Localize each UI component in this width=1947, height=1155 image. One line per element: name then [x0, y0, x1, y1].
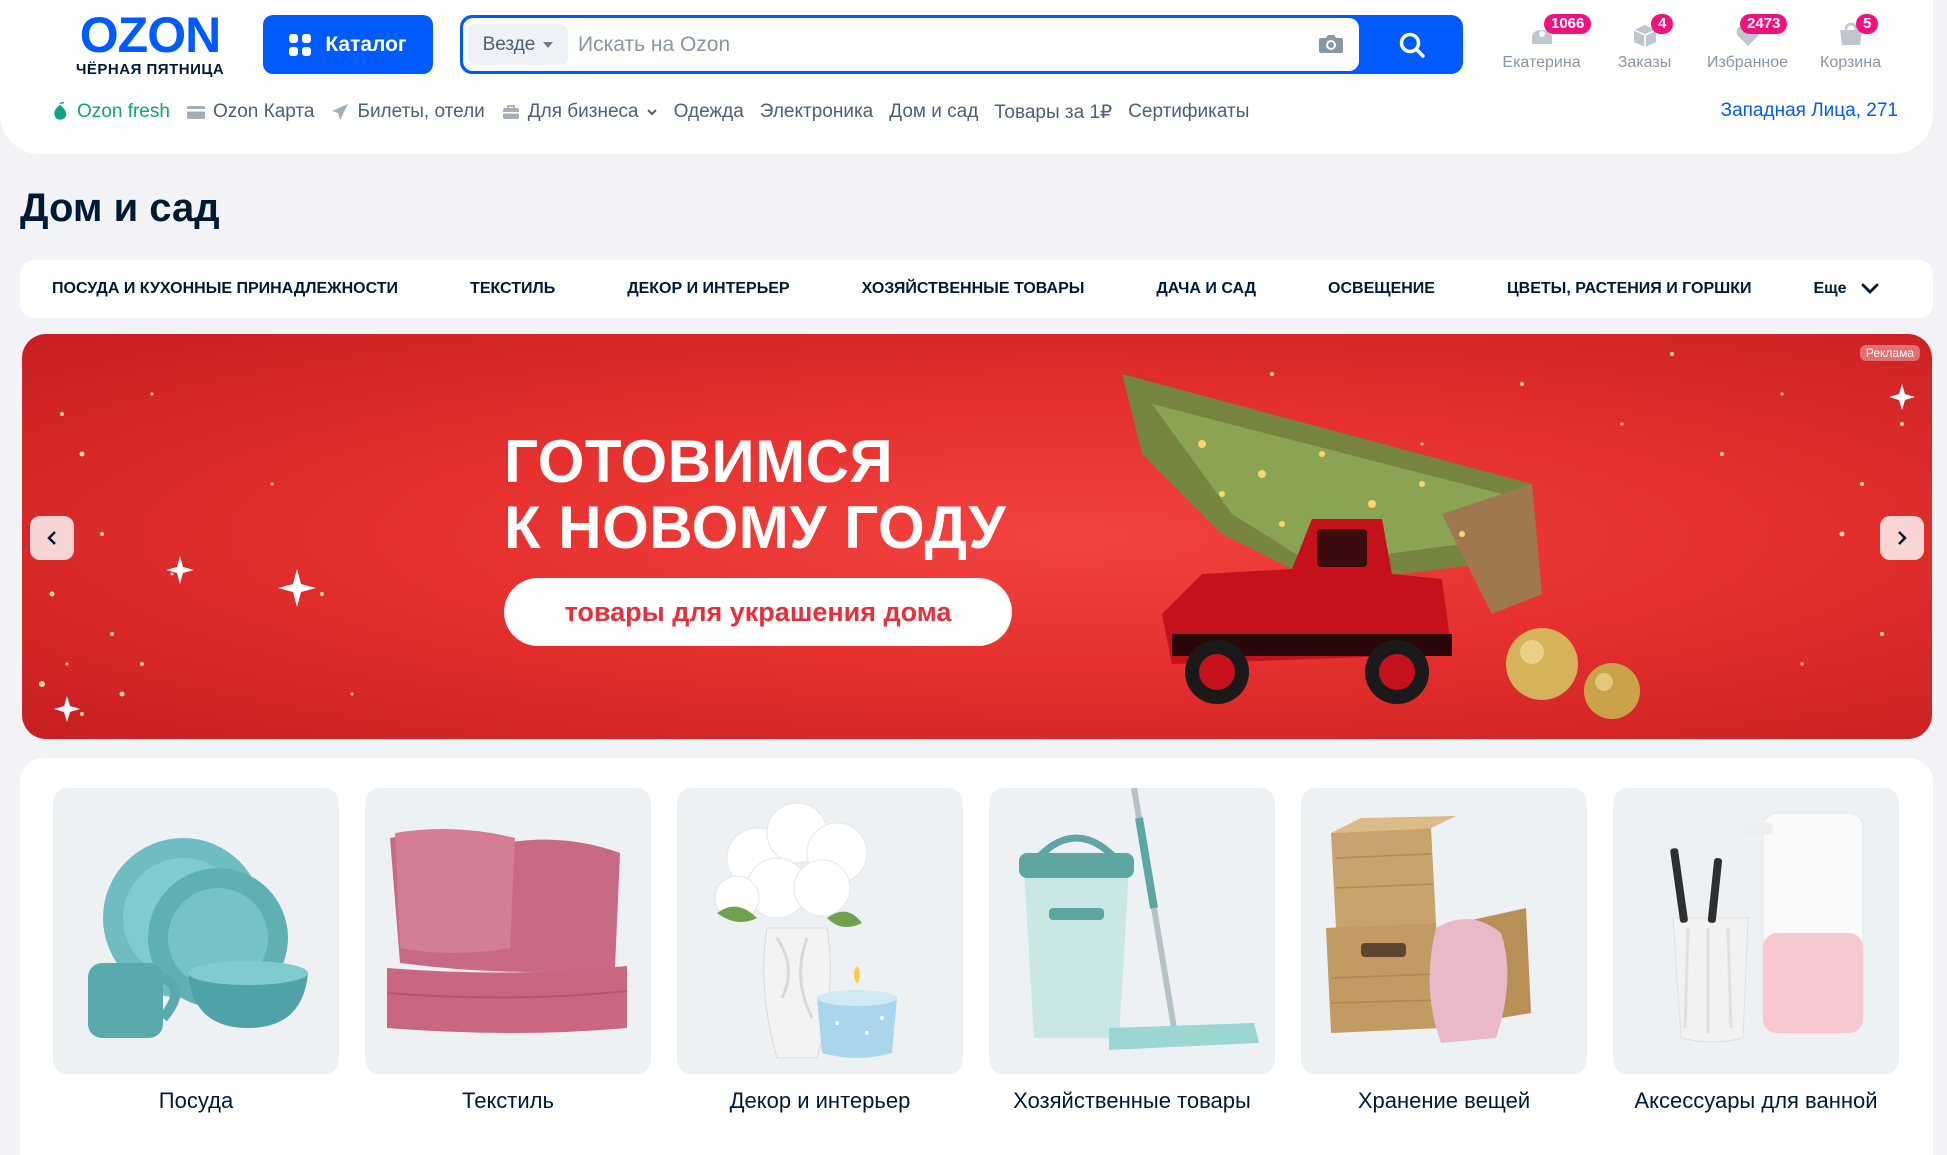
- nav-item-label: Одежда: [673, 101, 744, 122]
- profile-button[interactable]: 1066 Екатерина: [1490, 12, 1593, 72]
- tile-decor[interactable]: Декор и интерьер: [677, 788, 963, 1114]
- search-icon: [1399, 32, 1425, 58]
- category-tab-dishes[interactable]: Посуда и кухонные принадлежности: [52, 280, 398, 298]
- category-tab-lighting[interactable]: Освещение: [1328, 280, 1435, 298]
- search-scope-select[interactable]: Везде: [468, 24, 568, 65]
- banner-next-button[interactable]: [1880, 516, 1924, 560]
- category-tab-dacha-garden[interactable]: Дача и сад: [1156, 280, 1256, 298]
- tile-household[interactable]: Хозяйственные товары: [989, 788, 1275, 1114]
- nav-item-tickets[interactable]: Билеты, отели: [330, 101, 485, 123]
- nav-item-label: Билеты, отели: [357, 101, 485, 122]
- orders-badge: 4: [1651, 14, 1674, 34]
- bath-accessories-image: [1670, 812, 1864, 1043]
- plane-icon: [332, 104, 349, 120]
- dishes-image: [88, 838, 308, 1038]
- category-tab-decor[interactable]: Декор и интерьер: [627, 280, 789, 298]
- vase-image: [714, 802, 897, 1059]
- tile-label: Текстиль: [462, 1088, 554, 1113]
- nav-item-label: Дом и сад: [889, 101, 979, 122]
- nav-item-business[interactable]: Для бизнеса: [501, 101, 658, 123]
- category-tab-flowers[interactable]: Цветы, растения и горшки: [1507, 280, 1752, 298]
- pillows-image: [386, 829, 628, 1033]
- tile-bath-accessories[interactable]: Аксессуары для ванной: [1613, 788, 1899, 1114]
- grid-icon: [289, 33, 312, 56]
- logo-word: OZON: [79, 7, 221, 63]
- header: OZON ЧЁРНАЯ ПЯТНИЦА Каталог Везде Искать…: [0, 0, 1933, 154]
- cart-badge: 5: [1856, 14, 1879, 34]
- category-more-button[interactable]: Еще: [1814, 280, 1879, 298]
- delivery-address[interactable]: Западная Лица, 271: [1721, 100, 1898, 122]
- chevron-right-icon: [1898, 531, 1907, 545]
- tile-label: Хранение вещей: [1357, 1088, 1531, 1113]
- nav-item-ozon-fresh[interactable]: Ozon fresh: [50, 101, 170, 123]
- top-nav: Ozon fresh Ozon Карта Билеты, отели Для …: [50, 98, 1265, 126]
- card-icon: [186, 106, 205, 119]
- profile-badge: 1066: [1544, 14, 1592, 34]
- promo-banner[interactable]: ГОТОВИМСЯ К НОВОМУ ГОДУ товары для украш…: [22, 334, 1932, 739]
- category-tab-household[interactable]: Хозяйственные товары: [862, 280, 1085, 298]
- logo-subtitle: ЧЁРНАЯ ПЯТНИЦА: [75, 61, 225, 78]
- nav-item-label: Ozon fresh: [77, 101, 170, 122]
- nav-item-home-garden[interactable]: Дом и сад: [889, 101, 978, 123]
- catalog-button[interactable]: Каталог: [263, 15, 433, 74]
- orders-button[interactable]: 4 Заказы: [1593, 12, 1696, 72]
- chevron-down-icon: [543, 41, 554, 48]
- nav-item-ozon-card[interactable]: Ozon Карта: [186, 101, 315, 123]
- chevron-down-icon: [1861, 283, 1878, 294]
- tile-storage[interactable]: Хранение вещей: [1301, 788, 1587, 1114]
- ozon-logo[interactable]: OZON ЧЁРНАЯ ПЯТНИЦА: [60, 7, 240, 78]
- tile-dishes[interactable]: Посуда: [53, 788, 339, 1114]
- nav-item-goods-for-1[interactable]: Товары за 1₽: [994, 101, 1112, 124]
- banner-prev-button[interactable]: [30, 516, 74, 560]
- favorites-button[interactable]: 2473 Избранное: [1696, 12, 1799, 72]
- nav-item-label: Ozon Карта: [212, 101, 315, 122]
- search-bar: Везде: [460, 15, 1463, 74]
- category-more-label: Еще: [1813, 280, 1847, 297]
- fresh-icon: [54, 102, 67, 120]
- banner-cta[interactable]: товары для украшения дома: [504, 578, 1012, 646]
- tile-textile[interactable]: Текстиль: [365, 788, 651, 1114]
- baskets-image: [1326, 816, 1531, 1043]
- banner-heading-line1: ГОТОВИМСЯ: [504, 428, 894, 495]
- favorites-label: Избранное: [1706, 54, 1789, 71]
- nav-item-clothes[interactable]: Одежда: [674, 101, 744, 123]
- banner-heading: ГОТОВИМСЯ К НОВОМУ ГОДУ: [504, 429, 1006, 561]
- search-button[interactable]: [1360, 15, 1463, 74]
- mop-image: [1019, 788, 1259, 1050]
- nav-item-label: Электроника: [759, 101, 874, 122]
- category-tiles: Посуда Текстиль Декор и интерьер Хозяйст…: [20, 758, 1933, 1155]
- tile-label: Хозяйственные товары: [1013, 1088, 1251, 1113]
- favorites-badge: 2473: [1740, 14, 1788, 34]
- tile-label: Аксессуары для ванной: [1634, 1088, 1878, 1113]
- tile-label: Посуда: [158, 1088, 234, 1113]
- nav-item-label: Сертификаты: [1128, 101, 1250, 122]
- profile-label: Екатерина: [1502, 54, 1581, 71]
- nav-item-label: Для бизнеса: [527, 101, 639, 122]
- catalog-label: Каталог: [325, 32, 407, 56]
- ad-label: Реклама: [1859, 345, 1920, 361]
- camera-icon[interactable]: [1318, 33, 1344, 55]
- page-title: Дом и сад: [20, 186, 220, 230]
- cart-label: Корзина: [1820, 54, 1881, 71]
- chevron-left-icon: [47, 531, 56, 545]
- search-scope-label: Везде: [482, 33, 536, 55]
- orders-label: Заказы: [1617, 54, 1672, 71]
- cart-button[interactable]: 5 Корзина: [1799, 12, 1902, 72]
- search-input[interactable]: [578, 18, 1258, 71]
- nav-item-certificates[interactable]: Сертификаты: [1128, 101, 1249, 123]
- banner-heading-line2: К НОВОМУ ГОДУ: [504, 494, 1007, 561]
- tile-label: Декор и интерьер: [729, 1088, 911, 1113]
- category-tab-textile[interactable]: Текстиль: [470, 280, 555, 298]
- category-bar: Посуда и кухонные принадлежности Текстил…: [20, 260, 1933, 318]
- nav-item-electronics[interactable]: Электроника: [760, 101, 873, 123]
- chevron-down-icon: [646, 109, 657, 116]
- briefcase-icon: [502, 105, 519, 119]
- nav-item-label: Товары за 1₽: [994, 101, 1113, 123]
